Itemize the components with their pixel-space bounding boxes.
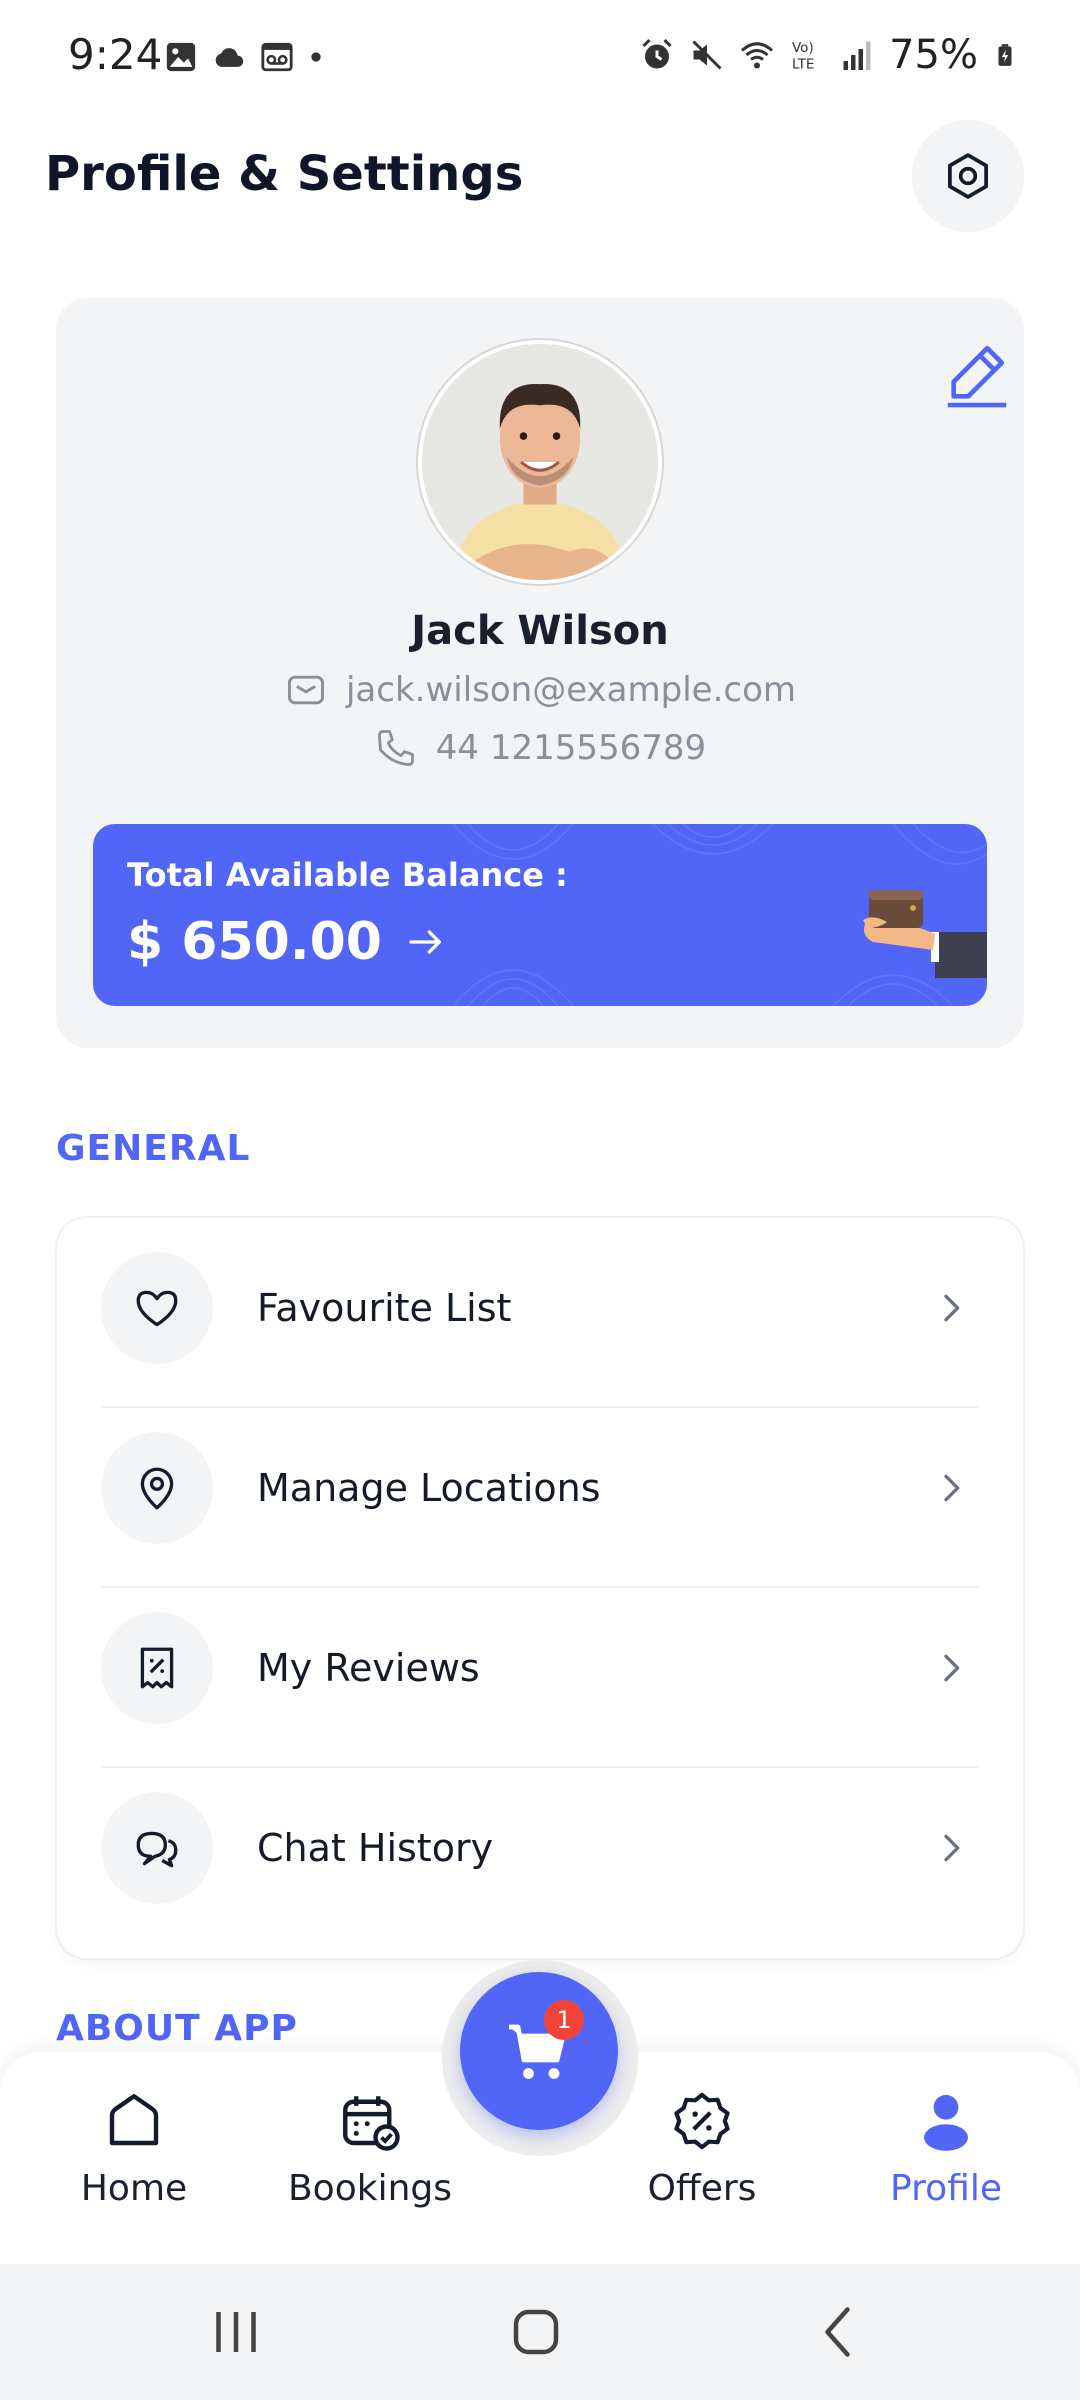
nav-offers-label: Offers xyxy=(647,2168,757,2209)
balance-banner[interactable]: Total Available Balance : $ 650.00 xyxy=(93,824,987,1006)
nav-bookings[interactable]: Bookings xyxy=(270,2088,470,2209)
nav-home[interactable]: Home xyxy=(34,2088,234,2209)
battery-percent: 75% xyxy=(889,32,978,78)
svg-text:LTE: LTE xyxy=(792,57,814,73)
menu-label: Chat History xyxy=(257,1826,494,1870)
general-menu: Favourite List Manage Locations My Revie… xyxy=(57,1218,1023,1958)
menu-icon-wrap xyxy=(101,1432,213,1544)
system-home-icon[interactable] xyxy=(506,2302,566,2362)
nav-profile[interactable]: Profile xyxy=(846,2088,1046,2209)
battery-icon xyxy=(998,44,1012,66)
volte-icon: Vo)LTE xyxy=(792,40,814,73)
settings-button[interactable] xyxy=(912,120,1024,232)
profile-card: Jack Wilson jack.wilson@example.com 44 1… xyxy=(56,298,1024,1048)
discount-badge-icon xyxy=(674,2092,730,2150)
settings-icon xyxy=(948,153,988,199)
menu-icon-wrap xyxy=(101,1792,213,1904)
location-pin-icon xyxy=(140,1467,174,1510)
avatar[interactable] xyxy=(418,340,662,584)
nav-profile-label: Profile xyxy=(890,2168,1002,2209)
profile-email: jack.wilson@example.com xyxy=(345,670,796,710)
section-general-header: GENERAL xyxy=(56,1128,251,1169)
calendar-check-icon xyxy=(343,2096,400,2151)
chat-icon xyxy=(136,1831,178,1868)
profile-name: Jack Wilson xyxy=(411,608,669,654)
chevron-right-icon xyxy=(944,1474,960,1502)
voicemail-icon xyxy=(261,42,293,72)
nav-bookings-label: Bookings xyxy=(287,2168,453,2209)
balance-amount: $ 650.00 xyxy=(127,912,382,972)
menu-label: Favourite List xyxy=(257,1286,512,1330)
avatar-image xyxy=(422,344,658,580)
cart-badge: 1 xyxy=(544,2000,584,2040)
recent-apps-icon[interactable] xyxy=(206,2302,266,2362)
menu-item-chat-history[interactable]: Chat History xyxy=(101,1758,979,1938)
menu-icon-wrap xyxy=(101,1612,213,1724)
nav-offers[interactable]: Offers xyxy=(602,2088,802,2209)
edit-profile-icon[interactable] xyxy=(942,338,1012,408)
menu-item-manage-locations[interactable]: Manage Locations xyxy=(101,1398,979,1578)
system-nav-bar xyxy=(0,2264,1080,2400)
cloud-icon xyxy=(215,48,244,67)
status-right-icons: Vo) LTE 75% xyxy=(639,32,1018,78)
alarm-icon xyxy=(642,38,672,69)
profile-phone: 44 1215556789 xyxy=(435,728,707,768)
home-icon xyxy=(109,2094,159,2146)
svg-text:Vo): Vo) xyxy=(792,40,814,56)
page-title: Profile & Settings xyxy=(45,146,524,202)
phone-icon xyxy=(377,730,414,766)
gallery-icon xyxy=(166,42,196,72)
review-icon xyxy=(140,1647,174,1689)
signal-icon xyxy=(843,41,871,70)
chevron-right-icon xyxy=(944,1654,960,1682)
wifi-icon xyxy=(741,42,774,69)
menu-icon-wrap xyxy=(101,1252,213,1364)
arrow-right-icon xyxy=(409,930,441,954)
status-time: 9:24 xyxy=(68,30,163,79)
chevron-right-icon xyxy=(944,1294,960,1322)
dot-icon xyxy=(311,52,321,62)
menu-item-my-reviews[interactable]: My Reviews xyxy=(101,1578,979,1758)
chevron-right-icon xyxy=(944,1834,960,1862)
balance-label: Total Available Balance : xyxy=(127,856,568,894)
cart-button[interactable] xyxy=(460,1972,618,2130)
phone-row: 44 1215556789 xyxy=(56,726,1024,770)
status-bar: 9:24 Vo) LTE 75% xyxy=(0,0,1080,116)
profile-icon xyxy=(924,2094,968,2151)
heart-icon xyxy=(136,1290,178,1327)
menu-label: My Reviews xyxy=(257,1646,480,1690)
status-left-icons xyxy=(164,40,324,74)
wallet-illustration xyxy=(863,890,987,978)
nav-home-label: Home xyxy=(80,2168,188,2209)
email-row: jack.wilson@example.com xyxy=(56,668,1024,712)
balance-amount-row: $ 650.00 xyxy=(127,912,446,972)
section-about-header: ABOUT APP xyxy=(56,2008,298,2049)
mail-icon xyxy=(288,675,324,705)
mute-icon xyxy=(692,40,722,70)
system-back-icon[interactable] xyxy=(810,2302,870,2362)
menu-label: Manage Locations xyxy=(257,1466,601,1510)
menu-item-favourite-list[interactable]: Favourite List xyxy=(101,1218,979,1398)
